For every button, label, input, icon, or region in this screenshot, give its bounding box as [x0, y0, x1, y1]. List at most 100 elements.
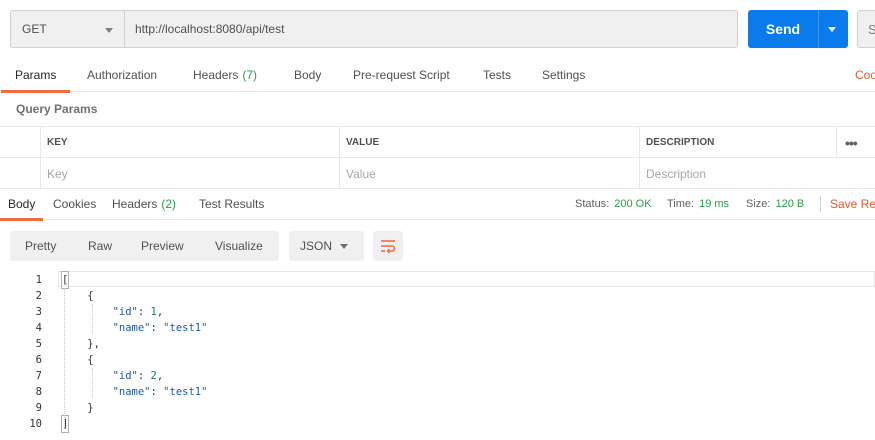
- key-input[interactable]: Key: [40, 158, 340, 189]
- tab-test-results[interactable]: Test Results: [199, 188, 264, 220]
- column-header-description: DESCRIPTION: [639, 127, 836, 158]
- tab-body-label: Body: [294, 68, 322, 82]
- value-input[interactable]: Value: [339, 158, 639, 189]
- tab-body[interactable]: Body: [294, 58, 321, 92]
- status-info: Status: 200 OK: [575, 188, 652, 220]
- response-tabs: Body Cookies Headers (2) Test Results Sta…: [0, 188, 875, 221]
- indent-guide: [64, 288, 65, 426]
- save-button[interactable]: S: [857, 10, 875, 48]
- url-text: http://localhost:8080/api/test: [135, 22, 285, 36]
- code-line: {: [62, 354, 94, 366]
- line-number: 1: [35, 274, 42, 286]
- request-tabs: Params Authorization Headers (7) Body Pre…: [0, 58, 875, 93]
- time-label: Time:: [667, 198, 695, 210]
- code-line: "name": "test1": [112, 322, 208, 334]
- save-label: S: [868, 21, 875, 37]
- size-label: Size:: [746, 198, 771, 210]
- raw-label: Raw: [88, 239, 113, 253]
- view-mode-group: Pretty Raw Preview Visualize: [10, 231, 279, 261]
- tab-settings-label: Settings: [542, 68, 586, 82]
- method-label: GET: [22, 22, 47, 36]
- method-select[interactable]: GET: [10, 10, 125, 48]
- line-number: 5: [35, 338, 42, 350]
- params-header-row: KEY VALUE DESCRIPTION •••: [0, 127, 875, 158]
- visualize-label: Visualize: [215, 239, 263, 253]
- tab-response-headers-count: (2): [161, 197, 177, 211]
- size-value: 120 B: [775, 198, 805, 210]
- preview-button[interactable]: Preview: [141, 231, 184, 261]
- indent-guide: [92, 304, 93, 334]
- tab-headers[interactable]: Headers (7): [193, 58, 257, 92]
- line-number: 4: [35, 322, 42, 334]
- tab-headers-count: (7): [242, 68, 258, 82]
- line-number: 8: [35, 386, 42, 398]
- line-number: 6: [35, 354, 42, 366]
- format-label: JSON: [300, 239, 333, 253]
- column-header-value: VALUE: [339, 127, 639, 158]
- tab-authorization-label: Authorization: [87, 68, 158, 82]
- code-link-label: Coo: [855, 68, 875, 82]
- url-input[interactable]: http://localhost:8080/api/test: [125, 10, 738, 48]
- tab-response-headers-label: Headers: [112, 197, 158, 211]
- line-number: 3: [35, 306, 42, 318]
- status-label: Status:: [575, 198, 610, 210]
- tab-cookies[interactable]: Cookies: [53, 188, 96, 220]
- line-number: 10: [29, 418, 42, 430]
- code-line: "id": 2,: [112, 370, 164, 382]
- query-params-table: KEY VALUE DESCRIPTION ••• Key Value Desc…: [0, 126, 875, 189]
- tab-params[interactable]: Params: [0, 58, 71, 93]
- tab-tests-label: Tests: [483, 68, 512, 82]
- params-empty-row: Key Value Description: [0, 158, 875, 189]
- tab-cookies-label: Cookies: [53, 197, 97, 211]
- code-line: },: [62, 338, 100, 350]
- visualize-button[interactable]: Visualize: [215, 231, 263, 261]
- response-body-viewer[interactable]: 1 2 3 4 5 6 7 8 9 10 [ { "id": 1, "name": "test1"…: [0, 269, 875, 440]
- code-line: ]: [60, 415, 70, 433]
- tab-response-body[interactable]: Body: [0, 188, 44, 221]
- code-line: "id": 1,: [112, 306, 164, 318]
- code-link[interactable]: Coo: [855, 58, 875, 92]
- raw-button[interactable]: Raw: [88, 231, 112, 261]
- save-response-button[interactable]: Save Res: [830, 188, 875, 220]
- code-line: [: [60, 271, 70, 289]
- pretty-button[interactable]: Pretty: [25, 231, 56, 261]
- tab-response-body-label: Body: [8, 197, 36, 211]
- description-input[interactable]: Description: [639, 158, 875, 189]
- code-line: "name": "test1": [112, 386, 208, 398]
- code-line: }: [62, 402, 94, 414]
- tab-tests[interactable]: Tests: [483, 58, 511, 92]
- tab-authorization[interactable]: Authorization: [87, 58, 157, 92]
- send-label: Send: [765, 21, 801, 37]
- tab-params-label: Params: [15, 68, 57, 82]
- query-params-title: Query Params: [16, 102, 98, 116]
- more-options-icon[interactable]: •••: [845, 127, 858, 158]
- format-select[interactable]: JSON: [289, 231, 364, 261]
- preview-label: Preview: [141, 239, 184, 253]
- line-number: 2: [35, 290, 42, 302]
- code-line: {: [62, 290, 94, 302]
- pretty-label: Pretty: [25, 239, 57, 253]
- line-number: 7: [35, 370, 42, 382]
- send-button[interactable]: Send: [748, 10, 848, 48]
- status-value: 200 OK: [614, 198, 652, 210]
- chevron-down-icon: [340, 244, 348, 249]
- time-info: Time: 19 ms: [667, 188, 729, 220]
- tab-test-results-label: Test Results: [199, 197, 265, 211]
- send-options-chevron-icon[interactable]: [828, 27, 836, 32]
- column-header-key: KEY: [40, 127, 340, 158]
- tab-headers-label: Headers: [193, 68, 239, 82]
- line-number: 9: [35, 402, 42, 414]
- tab-prerequest-label: Pre-request Script: [353, 68, 450, 82]
- time-value: 19 ms: [699, 198, 730, 210]
- indent-guide: [92, 368, 93, 398]
- tab-settings[interactable]: Settings: [542, 58, 585, 92]
- wrap-lines-button[interactable]: [373, 231, 403, 261]
- tab-response-headers[interactable]: Headers (2): [112, 188, 176, 220]
- size-info: Size: 120 B: [746, 188, 804, 220]
- chevron-down-icon: [105, 28, 113, 33]
- tab-prerequest-script[interactable]: Pre-request Script: [353, 58, 450, 92]
- wrap-lines-icon: [381, 240, 396, 254]
- divider: [820, 196, 821, 212]
- send-divider: [818, 10, 819, 48]
- save-response-label: Save Res: [830, 197, 875, 211]
